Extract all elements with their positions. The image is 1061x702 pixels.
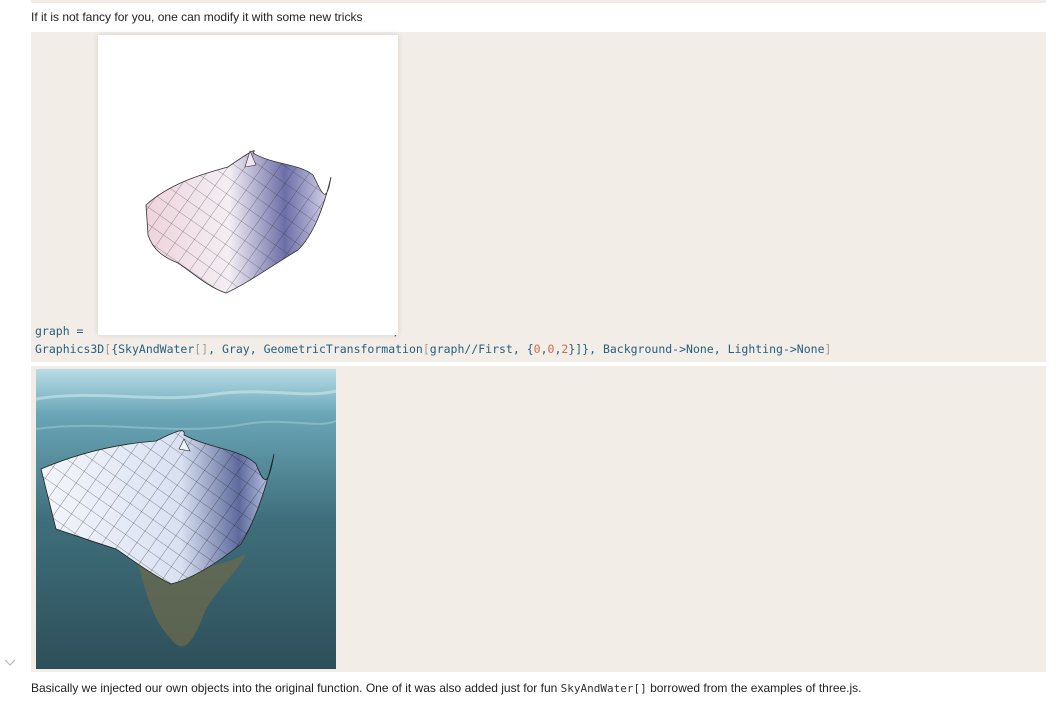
sky-and-water-render[interactable] [36,369,336,669]
embedded-3d-plot[interactable] [98,35,398,335]
surface-plot-graphic [145,150,332,294]
var-graph: graph [35,324,70,338]
intro-text: If it is not fancy for you, one can modi… [31,10,363,24]
code-line-2[interactable]: Graphics3D[{SkyAndWater[], Gray, Geometr… [35,342,831,356]
cell-divider-top [31,0,1046,3]
inline-code-skyandwater: SkyAndWater[] [560,682,647,695]
footer-text: Basically we injected our own objects in… [31,681,862,695]
output-cell[interactable] [31,366,1046,672]
sky-water-scene [36,369,336,669]
chevron-down-icon[interactable] [4,656,16,668]
